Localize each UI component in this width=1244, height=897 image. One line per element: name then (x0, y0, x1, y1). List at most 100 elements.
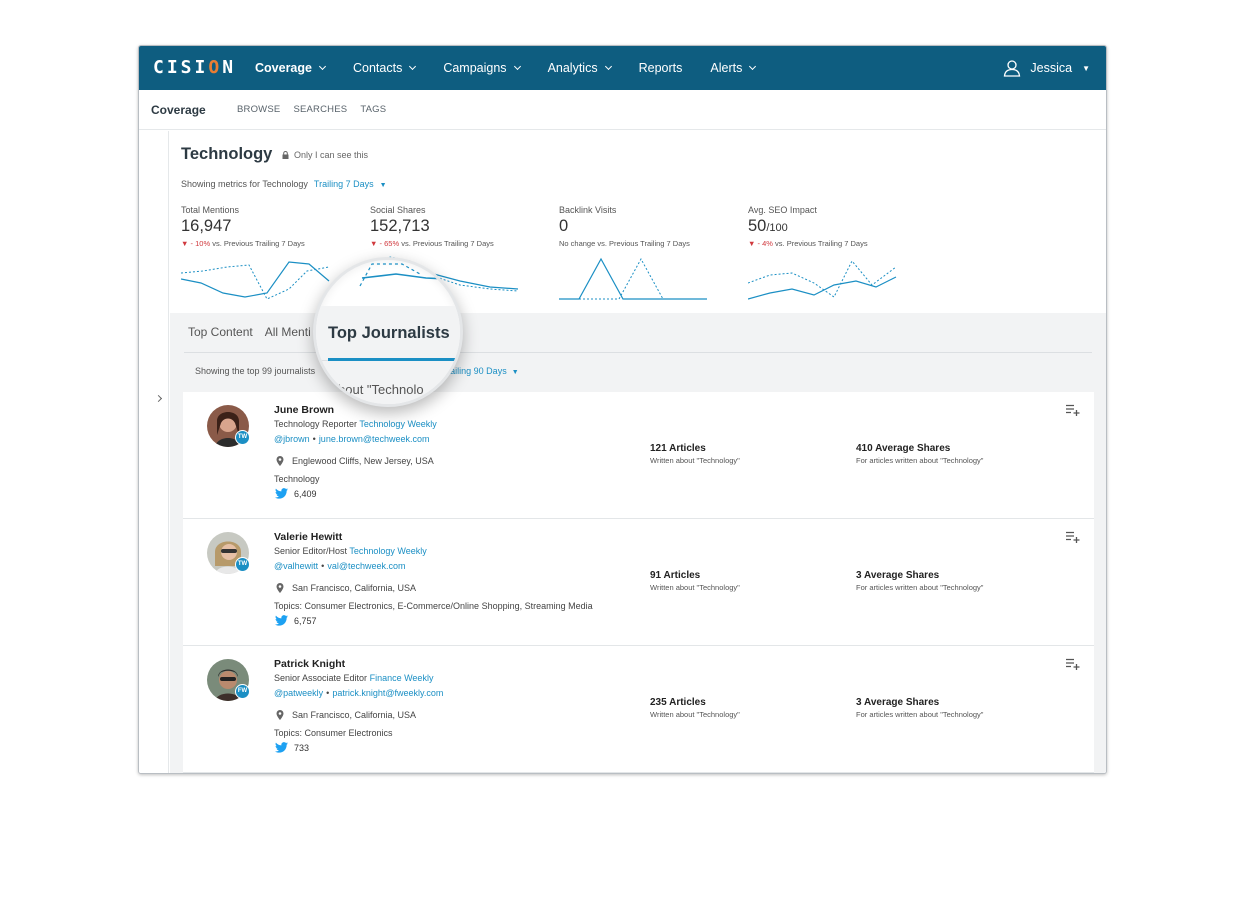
nav-label: Contacts (352, 61, 403, 75)
twitter-handle-link[interactable]: @valhewitt (274, 561, 318, 571)
nav-item-coverage[interactable]: Coverage (241, 46, 339, 90)
outlet-badge: TW (235, 557, 250, 572)
tab-top-journalists[interactable]: Top Journalists (328, 324, 450, 343)
sidebar-rail (139, 131, 169, 773)
date-range-dropdown[interactable]: Trailing 7 Days ▼ (314, 179, 387, 189)
metrics-scope-text: Showing metrics for Technology (181, 179, 308, 189)
location-text: San Francisco, California, USA (292, 583, 417, 593)
articles-sub: Written about "Technology" (650, 456, 740, 465)
tab-all-mentions[interactable]: All Menti (265, 325, 311, 339)
journalist-card[interactable]: TW Valerie Hewitt Senior Editor/Host Tec… (183, 519, 1094, 646)
email-link[interactable]: june.brown@techweek.com (319, 434, 430, 444)
journalist-card[interactable]: FW Patrick Knight Senior Associate Edito… (183, 646, 1094, 773)
metric-change: ▼ - 4% vs. Previous Trailing 7 Days (748, 239, 868, 248)
subnav-link-tags[interactable]: TAGS (360, 104, 386, 115)
metric-label: Total Mentions (181, 205, 240, 215)
journalist-role: Senior Editor/Host Technology Weekly (274, 546, 427, 556)
articles-stat: 91 Articles Written about "Technology" (650, 570, 740, 592)
sparkline-backlink-visits (559, 257, 707, 300)
date-range-label: Trailing 7 Days (313, 179, 374, 189)
subnav-link-searches[interactable]: SEARCHES (293, 104, 347, 115)
add-to-list-icon[interactable] (1066, 404, 1080, 416)
chevron-down-icon (513, 62, 521, 71)
metric-number: 0 (559, 217, 569, 235)
nav-item-campaigns[interactable]: Campaigns (429, 46, 533, 90)
nav-item-analytics[interactable]: Analytics (534, 46, 625, 90)
topics: Topics: Consumer Electronics (274, 728, 393, 738)
chevron-down-icon (604, 62, 612, 71)
content-panel: Top Content All Menti Showing the top 99… (170, 313, 1106, 773)
metric-label: Social Shares (370, 205, 426, 215)
journalists-scope: Showing the top 99 journalists (195, 366, 316, 376)
location: Englewood Cliffs, New Jersey, USA (276, 456, 434, 466)
add-to-list-icon[interactable] (1066, 658, 1080, 670)
lock-icon (282, 151, 289, 159)
metric-value: 0 (559, 217, 690, 236)
sub-nav-links: BROWSE SEARCHES TAGS (237, 104, 386, 115)
chevron-right-icon[interactable] (154, 394, 163, 403)
change-text: vs. Previous Trailing 7 Days (772, 239, 868, 248)
chevron-down-icon (318, 62, 327, 71)
nav-item-contacts[interactable]: Contacts (339, 46, 429, 90)
shares-sub: For articles written about "Technology" (856, 456, 984, 465)
metric-total-mentions: Total Mentions 16,947 ▼ - 10% vs. Previo… (181, 205, 305, 248)
nav-label: Alerts (710, 61, 743, 75)
journalist-list: TW June Brown Technology Reporter Techno… (183, 392, 1094, 773)
articles-sub: Written about "Technology" (650, 583, 740, 592)
outlet-link[interactable]: Technology Weekly (349, 546, 426, 556)
follower-count: 6,409 (294, 488, 317, 499)
nav-item-reports[interactable]: Reports (625, 46, 697, 90)
tab-bar: Top Content All Menti (188, 325, 311, 339)
subnav-link-browse[interactable]: BROWSE (237, 104, 280, 115)
outlet-link[interactable]: Technology Weekly (359, 419, 436, 429)
topics: Topics: Consumer Electronics, E-Commerce… (274, 601, 593, 611)
cision-logo[interactable]: CISION (153, 57, 236, 78)
caret-down-icon: ▼ (1082, 63, 1090, 73)
twitter-handle-link[interactable]: @patweekly (274, 688, 323, 698)
role-title: Senior Editor/Host (274, 546, 348, 556)
change-text: No change vs. Previous Trailing 7 Days (559, 239, 690, 248)
metric-unit: /100 (766, 222, 788, 234)
email-link[interactable]: patrick.knight@fweekly.com (332, 688, 443, 698)
email-link[interactable]: val@techweek.com (327, 561, 405, 571)
journalist-name[interactable]: Valerie Hewitt (274, 531, 342, 543)
caret-down-icon: ▼ (379, 182, 387, 189)
magnified-scope-text: bout "Technolo (338, 382, 424, 397)
shares-stat: 410 Average Shares For articles written … (856, 443, 983, 465)
shares-count: 3 Average Shares (856, 697, 940, 708)
metric-avg-seo-impact: Avg. SEO Impact 50/100 ▼ - 4% vs. Previo… (748, 205, 868, 248)
follower-count: 6,757 (294, 615, 317, 626)
privacy-indicator: Only I can see this (282, 150, 368, 160)
twitter-icon (275, 742, 288, 753)
twitter-icon (275, 615, 288, 626)
twitter-followers: 6,409 (275, 488, 317, 499)
location-text: Englewood Cliffs, New Jersey, USA (292, 456, 434, 466)
shares-count: 410 Average Shares (856, 443, 951, 454)
metric-value: 50/100 (748, 217, 868, 236)
articles-stat: 121 Articles Written about "Technology" (650, 443, 740, 465)
twitter-handle-link[interactable]: @jbrown (274, 434, 310, 444)
down-triangle-icon: ▼ (370, 239, 378, 248)
nav-item-alerts[interactable]: Alerts (696, 46, 769, 90)
metric-backlink-visits: Backlink Visits 0 No change vs. Previous… (559, 205, 690, 248)
location: San Francisco, California, USA (276, 583, 416, 593)
tab-top-content[interactable]: Top Content (188, 325, 253, 339)
metric-label: Backlink Visits (559, 205, 617, 215)
journalist-name[interactable]: June Brown (274, 404, 334, 416)
follower-count: 733 (294, 742, 310, 753)
shares-sub: For articles written about "Technology" (856, 583, 984, 592)
location: San Francisco, California, USA (276, 710, 416, 720)
down-triangle-icon: ▼ (748, 239, 756, 248)
contact-info: @valhewitt • val@techweek.com (274, 561, 406, 571)
add-to-list-icon[interactable] (1066, 531, 1080, 543)
journalist-role: Technology Reporter Technology Weekly (274, 419, 437, 429)
journalist-name[interactable]: Patrick Knight (274, 658, 345, 670)
journalist-card[interactable]: TW June Brown Technology Reporter Techno… (183, 392, 1094, 519)
shares-sub: For articles written about "Technology" (856, 710, 984, 719)
outlet-badge: TW (235, 430, 250, 445)
down-triangle-icon: ▼ (181, 239, 189, 248)
user-icon (1004, 60, 1021, 77)
user-menu[interactable]: Jessica ▼ (1003, 46, 1090, 90)
shares-count: 3 Average Shares (856, 570, 940, 581)
outlet-link[interactable]: Finance Weekly (370, 673, 434, 683)
